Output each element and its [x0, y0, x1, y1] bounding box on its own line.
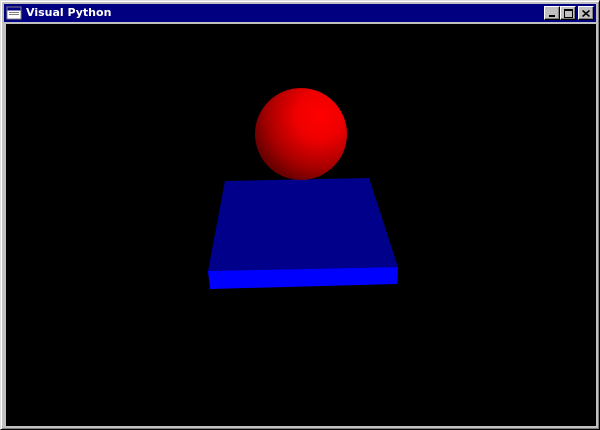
maximize-icon: [563, 8, 573, 18]
scene-canvas[interactable]: [6, 24, 596, 426]
scene-render: [208, 88, 398, 289]
app-window: Visual Python: [0, 0, 600, 430]
minimize-icon: [549, 15, 555, 17]
window-app-icon[interactable]: [6, 6, 22, 20]
sphere: [255, 88, 347, 180]
box-top-face: [208, 178, 398, 271]
window-controls: [544, 6, 594, 20]
close-icon: [582, 9, 590, 17]
maximize-button[interactable]: [560, 6, 576, 20]
window-title: Visual Python: [26, 6, 112, 19]
title-bar[interactable]: Visual Python: [4, 4, 596, 22]
minimize-button[interactable]: [544, 6, 560, 20]
close-button[interactable]: [578, 6, 594, 20]
